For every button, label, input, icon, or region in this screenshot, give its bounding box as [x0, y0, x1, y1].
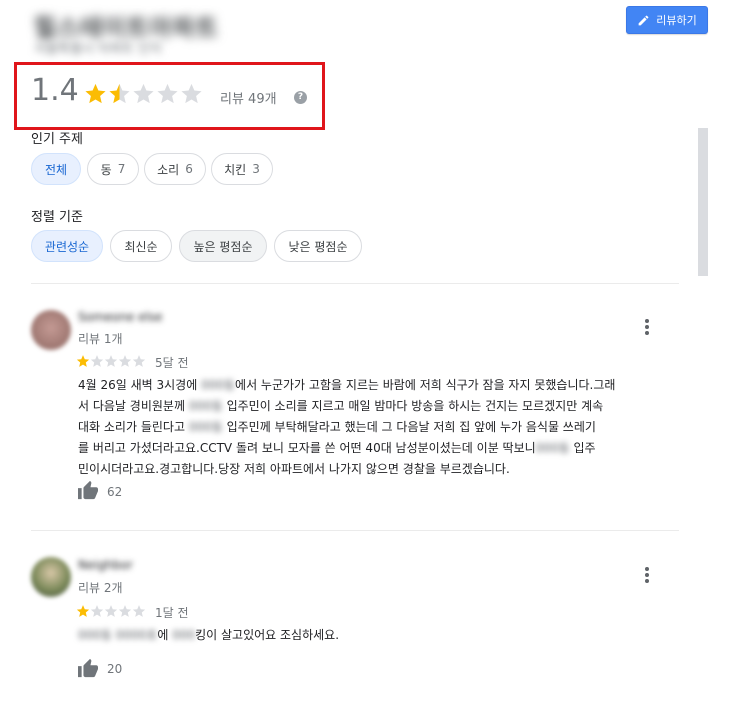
star-empty-icon	[90, 355, 104, 367]
chip-label: 전체	[44, 162, 68, 177]
like-count: 20	[107, 662, 123, 676]
text-segment: 대화 소리가 들린다고	[78, 420, 189, 434]
text-segment: 민이시더라고요.경고합니다.당장 저희 아파트에서 나가지 않으면 경찰을 부르…	[78, 462, 510, 476]
redacted-text: 000동	[535, 441, 570, 455]
redacted-text: 000동	[188, 399, 223, 413]
redacted-text: 000	[172, 628, 196, 642]
sort-chip-highest[interactable]: 높은 평점순	[179, 230, 267, 262]
divider	[31, 530, 679, 531]
star-empty-icon	[132, 355, 146, 367]
star-empty-icon	[181, 83, 202, 104]
write-review-button[interactable]: 리뷰하기	[626, 6, 708, 34]
star-half-icon	[109, 83, 130, 104]
topic-chip-all[interactable]: 전체	[31, 153, 81, 185]
scrollbar[interactable]	[698, 128, 708, 276]
reviewer-review-count: 리뷰 1개	[78, 332, 123, 346]
redacted-text: 000동 0000호	[78, 628, 158, 642]
avatar[interactable]	[31, 557, 71, 597]
reviewer-name[interactable]: Someone else	[78, 310, 163, 324]
review-line: 4월 26일 새벽 3시경에 000동에서 누군가가 고함을 지르는 바람에 저…	[78, 375, 682, 396]
redacted-text: 000동	[201, 378, 236, 392]
review-stars	[76, 604, 146, 618]
review-line: 를 버리고 가셨더라고요.CCTV 돌려 보니 모자를 쓴 어떤 40대 남성분…	[78, 438, 682, 459]
average-rating: 1.4	[31, 73, 79, 108]
reviewer-review-count: 리뷰 2개	[78, 581, 123, 595]
text-segment: 입주민께 부탁해달라고 했는데 그 다음날 저희 집 앞에 누가 음식물 쓰레기	[222, 420, 596, 434]
review-text: 4월 26일 새벽 3시경에 000동에서 누군가가 고함을 지르는 바람에 저…	[78, 375, 682, 480]
text-segment: 입주민이 소리를 지르고 매일 밤마다 방송을 하시는 건지는 모르겠지만 계속	[222, 399, 604, 413]
divider	[31, 283, 679, 284]
topic-chip-sound[interactable]: 소리 6	[144, 153, 206, 185]
chip-label: 최신순	[124, 239, 158, 254]
topic-chip-chicken[interactable]: 치킨 3	[211, 153, 273, 185]
review-date: 5달 전	[155, 356, 189, 370]
chip-count: 7	[117, 162, 126, 176]
text-segment: 서 다음날 경비원분께	[78, 399, 189, 413]
chip-count: 6	[185, 162, 193, 176]
star-empty-icon	[90, 605, 104, 617]
like-count: 62	[107, 485, 123, 499]
text-segment: 에	[157, 628, 173, 642]
reviewer-name[interactable]: Neighbor	[78, 558, 133, 572]
star-empty-icon	[118, 605, 132, 617]
more-options-icon[interactable]	[645, 319, 649, 335]
text-segment: 를 버리고 가셨더라고요.CCTV 돌려 보니 모자를 쓴 어떤 40대 남성분…	[78, 441, 536, 455]
topics-label: 인기 주제	[31, 132, 83, 147]
review-stars	[76, 354, 146, 368]
review-line: 서 다음날 경비원분께 000동 입주민이 소리를 지르고 매일 밤마다 방송을…	[78, 396, 682, 417]
chip-label: 치킨	[224, 162, 247, 177]
pencil-icon	[638, 15, 649, 25]
help-icon[interactable]: ?	[294, 91, 307, 104]
chip-label: 소리	[157, 162, 180, 177]
total-review-count[interactable]: 리뷰 49개	[220, 88, 277, 107]
review-date: 1달 전	[155, 606, 189, 620]
avatar[interactable]	[31, 310, 71, 350]
text-segment: 킹이 살고있어요 조심하세요.	[195, 628, 340, 642]
redacted-text: 000동	[188, 420, 223, 434]
star-empty-icon	[157, 83, 178, 104]
star-full-icon	[76, 355, 90, 367]
star-empty-icon	[104, 605, 118, 617]
sort-chip-newest[interactable]: 최신순	[110, 230, 172, 262]
thumbs-up-icon[interactable]	[77, 480, 99, 500]
text-segment: 입주	[569, 441, 596, 455]
star-empty-icon	[132, 605, 146, 617]
review-line: 민이시더라고요.경고합니다.당장 저희 아파트에서 나가지 않으면 경찰을 부르…	[78, 459, 682, 480]
average-stars	[84, 82, 203, 105]
place-subtitle: 서울특별시 아파트 단지	[34, 42, 162, 57]
thumbs-up-icon[interactable]	[77, 658, 99, 678]
star-full-icon	[85, 83, 106, 104]
review-line: 대화 소리가 들린다고 000동 입주민께 부탁해달라고 했는데 그 다음날 저…	[78, 417, 682, 438]
chip-label: 낮은 평점순	[288, 239, 348, 254]
star-full-icon	[76, 605, 90, 617]
star-empty-icon	[104, 355, 118, 367]
chip-label: 관련성순	[44, 239, 90, 254]
text-segment: 4월 26일 새벽 3시경에	[78, 378, 202, 392]
star-empty-icon	[118, 355, 132, 367]
write-review-label: 리뷰하기	[656, 14, 697, 27]
chip-label: 동	[100, 162, 112, 177]
star-empty-icon	[133, 83, 154, 104]
sort-label: 정렬 기준	[31, 210, 83, 225]
topic-chip-dong[interactable]: 동 7	[87, 153, 139, 185]
more-options-icon[interactable]	[645, 567, 649, 583]
review-text: 000동 0000호에 000킹이 살고있어요 조심하세요.	[78, 625, 682, 646]
text-segment: 에서 누군가가 고함을 지르는 바람에 저희 식구가 잠을 자지 못했습니다.그…	[235, 378, 616, 392]
sort-chip-relevance[interactable]: 관련성순	[31, 230, 103, 262]
chip-label: 높은 평점순	[193, 239, 253, 254]
sort-chip-lowest[interactable]: 낮은 평점순	[274, 230, 362, 262]
chip-count: 3	[252, 162, 260, 176]
